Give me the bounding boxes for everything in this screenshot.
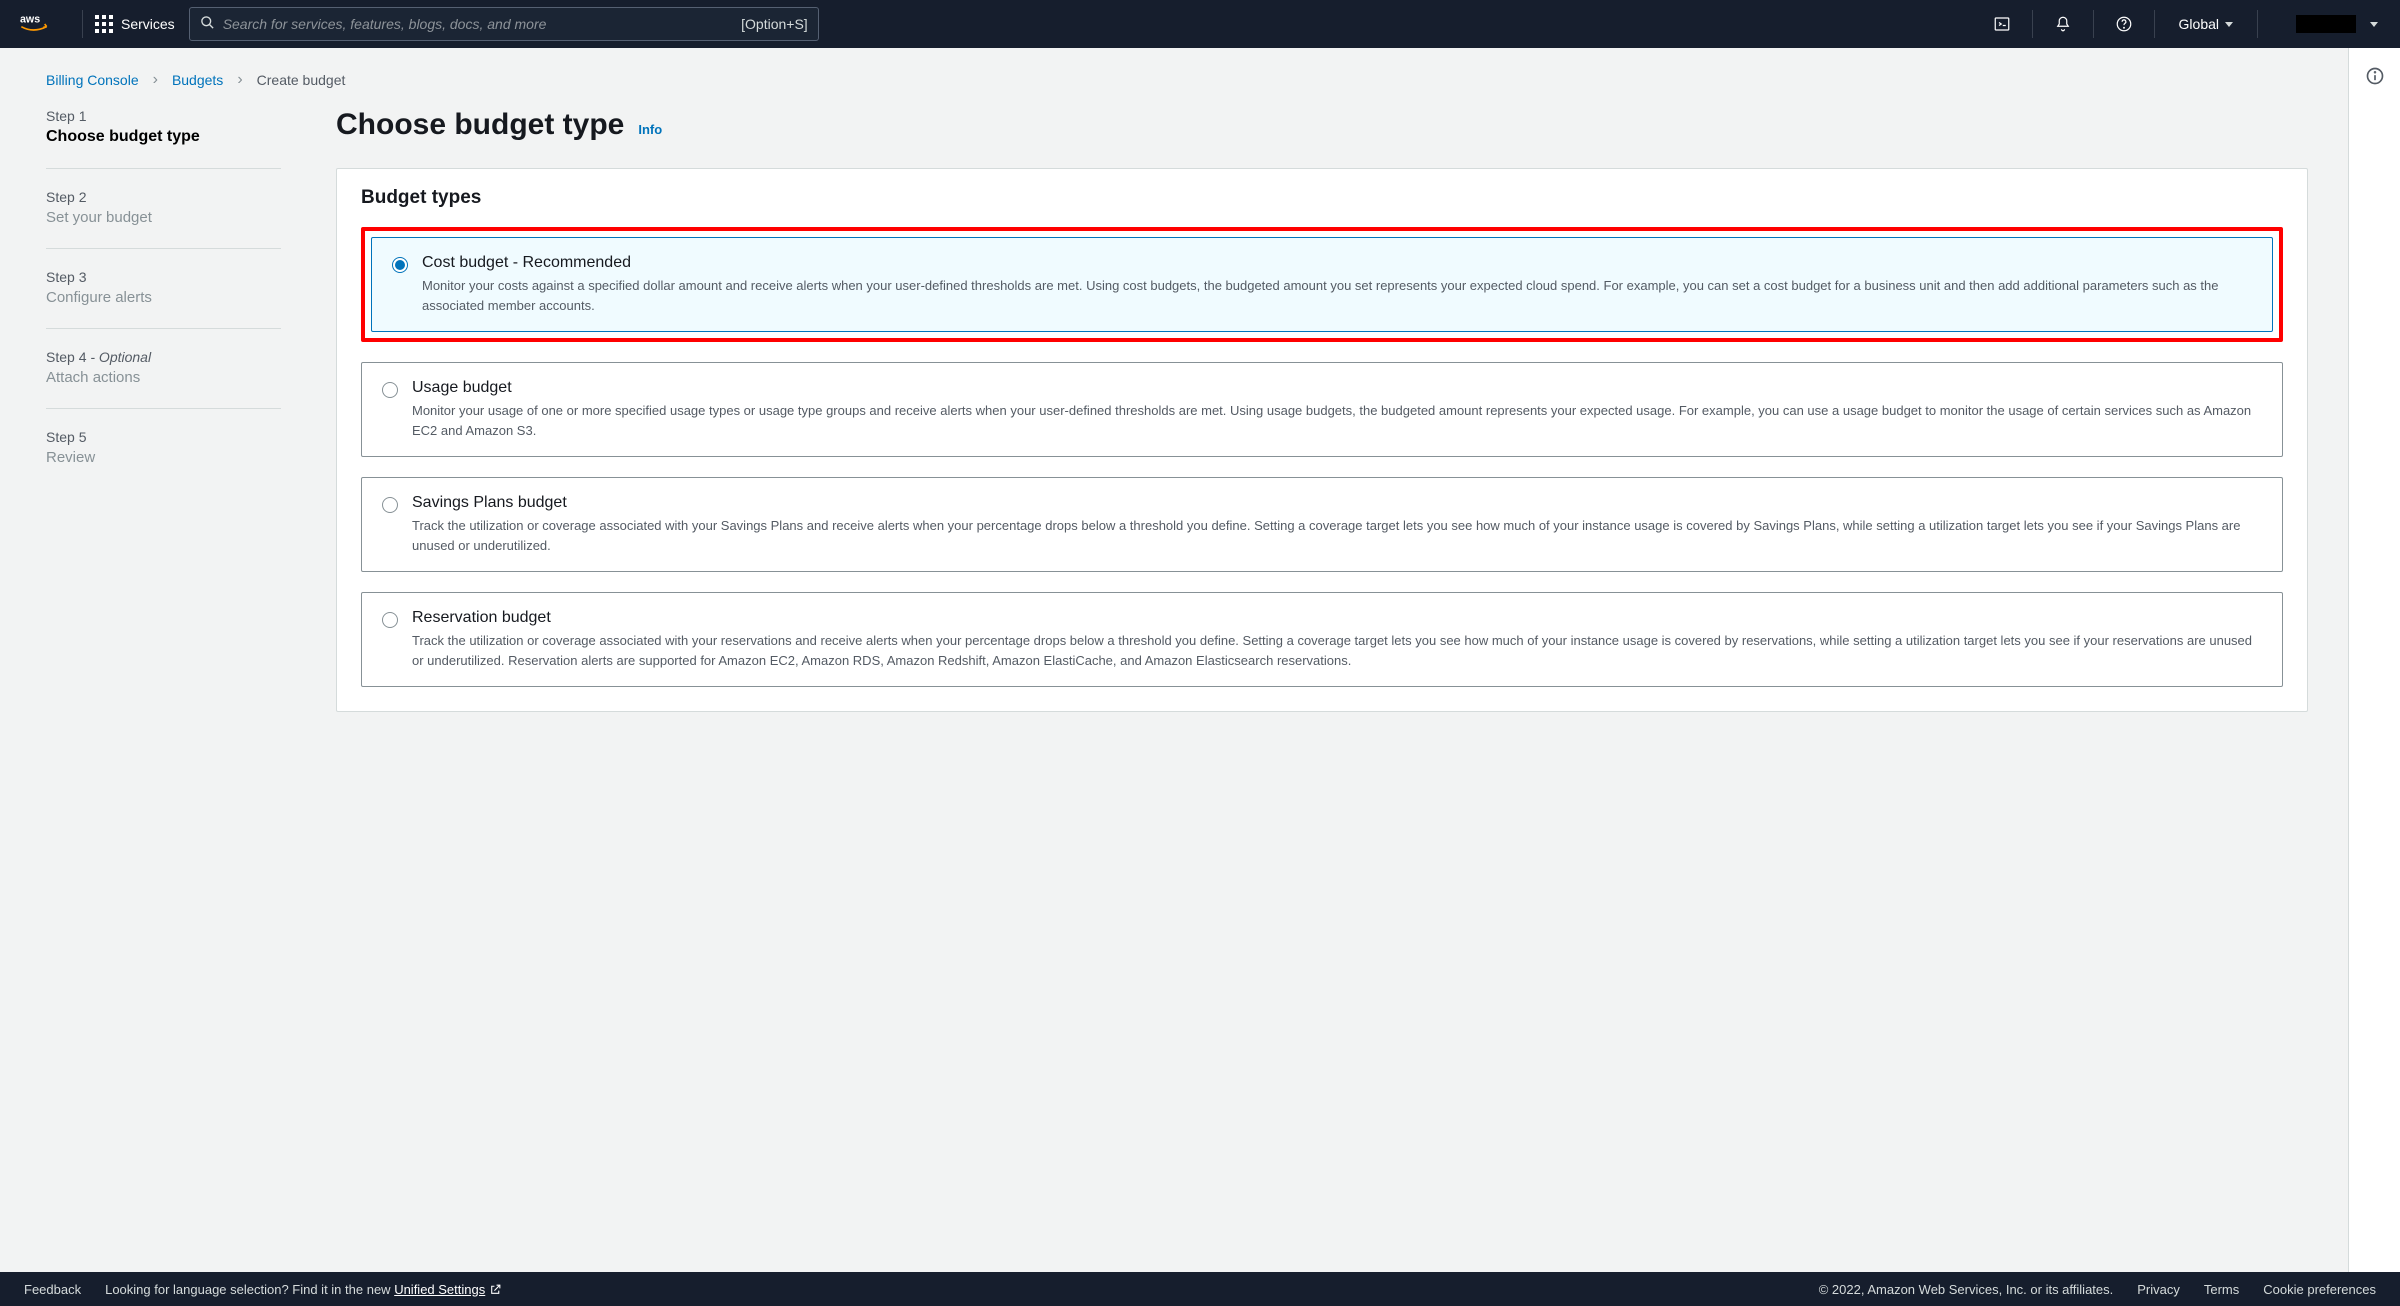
copyright: © 2022, Amazon Web Services, Inc. or its… bbox=[1819, 1282, 2114, 1297]
divider bbox=[2032, 10, 2033, 38]
breadcrumb-current: Create budget bbox=[257, 72, 346, 88]
services-grid-icon bbox=[95, 15, 113, 33]
services-button[interactable]: Services bbox=[95, 15, 175, 33]
radio-icon bbox=[382, 382, 398, 398]
notifications-button[interactable] bbox=[2045, 6, 2081, 42]
divider bbox=[46, 408, 281, 409]
option-desc: Track the utilization or coverage associ… bbox=[412, 631, 2262, 670]
wizard-stepper: Step 1 Choose budget type Step 2 Set you… bbox=[46, 108, 281, 712]
footer: Feedback Looking for language selection?… bbox=[0, 1272, 2400, 1306]
help-button[interactable] bbox=[2106, 6, 2142, 42]
feedback-link[interactable]: Feedback bbox=[24, 1282, 81, 1297]
step-3[interactable]: Step 3 Configure alerts bbox=[46, 269, 281, 328]
option-title: Usage budget bbox=[412, 379, 2262, 397]
budget-types-panel: Budget types Cost budget - Recommended M… bbox=[336, 168, 2308, 712]
step-5[interactable]: Step 5 Review bbox=[46, 429, 281, 488]
info-icon[interactable] bbox=[2365, 66, 2385, 1272]
caret-down-icon bbox=[2370, 22, 2378, 27]
aws-logo[interactable]: aws bbox=[20, 12, 60, 36]
info-panel-rail bbox=[2348, 48, 2400, 1272]
divider bbox=[2257, 10, 2258, 38]
page-title: Choose budget type bbox=[336, 108, 624, 142]
option-desc: Monitor your usage of one or more specif… bbox=[412, 401, 2262, 440]
option-savings-plans-budget[interactable]: Savings Plans budget Track the utilizati… bbox=[361, 477, 2283, 572]
breadcrumb-link[interactable]: Budgets bbox=[172, 72, 223, 88]
radio-icon bbox=[382, 497, 398, 513]
breadcrumb: Billing Console › Budgets › Create budge… bbox=[46, 72, 2348, 88]
panel-title: Budget types bbox=[361, 187, 2283, 209]
search-shortcut: [Option+S] bbox=[741, 16, 808, 32]
language-hint: Looking for language selection? Find it … bbox=[105, 1282, 502, 1297]
region-selector[interactable]: Global bbox=[2167, 16, 2245, 32]
search-icon bbox=[200, 15, 215, 33]
divider bbox=[2093, 10, 2094, 38]
option-desc: Monitor your costs against a specified d… bbox=[422, 276, 2252, 315]
divider bbox=[46, 328, 281, 329]
svg-text:aws: aws bbox=[20, 14, 40, 26]
radio-icon bbox=[382, 612, 398, 628]
top-nav: aws Services Search for services, featur… bbox=[0, 0, 2400, 48]
account-selector[interactable] bbox=[2270, 15, 2390, 33]
option-title: Reservation budget bbox=[412, 609, 2262, 627]
terms-link[interactable]: Terms bbox=[2204, 1282, 2239, 1297]
option-title: Cost budget - Recommended bbox=[422, 254, 2252, 272]
cloudshell-button[interactable] bbox=[1984, 6, 2020, 42]
account-name-redacted bbox=[2296, 15, 2356, 33]
chevron-right-icon: › bbox=[153, 72, 158, 88]
privacy-link[interactable]: Privacy bbox=[2137, 1282, 2180, 1297]
step-1: Step 1 Choose budget type bbox=[46, 108, 281, 168]
option-title: Savings Plans budget bbox=[412, 494, 2262, 512]
caret-down-icon bbox=[2225, 22, 2233, 27]
step-4[interactable]: Step 4 - Optional Attach actions bbox=[46, 349, 281, 408]
divider bbox=[2154, 10, 2155, 38]
region-label: Global bbox=[2179, 16, 2219, 32]
cookie-preferences-link[interactable]: Cookie preferences bbox=[2263, 1282, 2376, 1297]
highlight-annotation: Cost budget - Recommended Monitor your c… bbox=[361, 227, 2283, 342]
divider bbox=[82, 10, 83, 38]
option-cost-budget[interactable]: Cost budget - Recommended Monitor your c… bbox=[371, 237, 2273, 332]
option-usage-budget[interactable]: Usage budget Monitor your usage of one o… bbox=[361, 362, 2283, 457]
unified-settings-link[interactable]: Unified Settings bbox=[394, 1282, 502, 1297]
divider bbox=[46, 248, 281, 249]
search-placeholder: Search for services, features, blogs, do… bbox=[223, 16, 741, 32]
step-2[interactable]: Step 2 Set your budget bbox=[46, 189, 281, 248]
breadcrumb-link[interactable]: Billing Console bbox=[46, 72, 139, 88]
info-link[interactable]: Info bbox=[638, 122, 662, 137]
option-reservation-budget[interactable]: Reservation budget Track the utilization… bbox=[361, 592, 2283, 687]
services-label: Services bbox=[121, 16, 175, 32]
option-desc: Track the utilization or coverage associ… bbox=[412, 516, 2262, 555]
chevron-right-icon: › bbox=[237, 72, 242, 88]
search-input[interactable]: Search for services, features, blogs, do… bbox=[189, 7, 819, 41]
divider bbox=[46, 168, 281, 169]
radio-icon bbox=[392, 257, 408, 273]
